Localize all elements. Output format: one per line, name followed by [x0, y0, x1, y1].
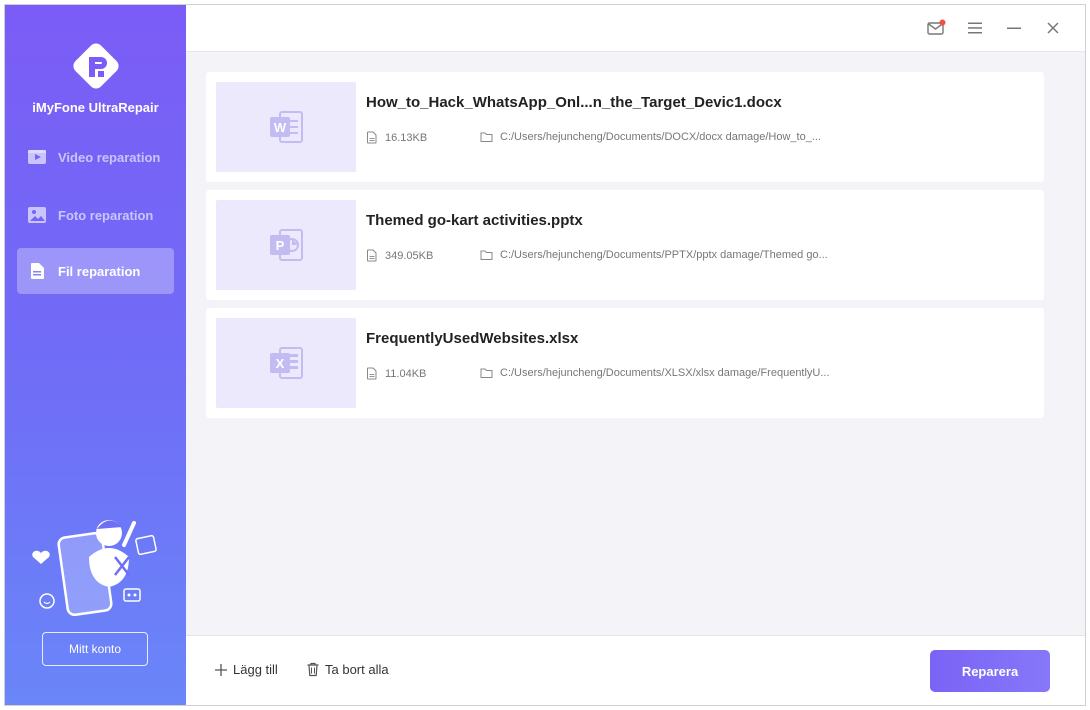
footer-toolbar: Lägg till Ta bort alla Reparera — [186, 635, 1085, 705]
app-window: iMyFone UltraRepair Video reparation Fot… — [4, 4, 1086, 706]
file-card[interactable]: X FrequentlyUsedWebsites.xlsx 11.04KB C:… — [206, 308, 1044, 418]
file-path-text: C:/Users/hejuncheng/Documents/XLSX/xlsx … — [500, 367, 830, 379]
svg-text:W: W — [274, 120, 287, 135]
close-icon[interactable] — [1042, 17, 1064, 39]
powerpoint-icon: P — [216, 200, 356, 290]
sidebar-item-photo-repair[interactable]: Foto reparation — [17, 192, 174, 238]
add-file-button[interactable]: Lägg till — [214, 662, 278, 677]
file-path-text: C:/Users/hejuncheng/Documents/PPTX/pptx … — [500, 249, 828, 261]
folder-icon — [480, 368, 493, 378]
mail-icon[interactable] — [925, 17, 947, 39]
svg-text:P: P — [276, 238, 285, 253]
add-file-label: Lägg till — [233, 662, 278, 677]
file-size: 349.05KB — [366, 249, 433, 262]
folder-icon — [480, 250, 493, 260]
sidebar: iMyFone UltraRepair Video reparation Fot… — [5, 5, 186, 705]
repair-button[interactable]: Reparera — [930, 650, 1050, 692]
file-path: C:/Users/hejuncheng/Documents/DOCX/docx … — [480, 131, 821, 143]
title-bar — [186, 5, 1085, 52]
document-icon — [367, 131, 377, 144]
app-logo-icon — [65, 35, 127, 97]
my-account-button[interactable]: Mitt konto — [42, 632, 148, 666]
delete-all-label: Ta bort alla — [325, 662, 389, 677]
sidebar-item-file-repair[interactable]: Fil reparation — [17, 248, 174, 294]
trash-icon — [307, 662, 319, 677]
sidebar-item-label: Foto reparation — [58, 207, 154, 223]
file-path-text: C:/Users/hejuncheng/Documents/DOCX/docx … — [500, 131, 821, 143]
photo-icon — [27, 205, 47, 225]
file-size: 11.04KB — [366, 367, 426, 380]
plus-icon — [215, 663, 227, 676]
svg-text:X: X — [276, 356, 285, 371]
file-size: 16.13KB — [366, 131, 427, 144]
file-icon — [27, 261, 47, 281]
delete-all-button[interactable]: Ta bort alla — [306, 662, 389, 677]
file-path: C:/Users/hejuncheng/Documents/XLSX/xlsx … — [480, 367, 830, 379]
video-icon — [27, 147, 47, 167]
file-size-text: 16.13KB — [385, 131, 428, 144]
word-icon: W — [216, 82, 356, 172]
file-path: C:/Users/hejuncheng/Documents/PPTX/pptx … — [480, 249, 828, 261]
file-size-text: 11.04KB — [385, 367, 427, 380]
file-list: W How_to_Hack_WhatsApp_Onl...n_the_Targe… — [186, 52, 1085, 635]
document-icon — [367, 249, 377, 262]
excel-icon: X — [216, 318, 356, 408]
file-size-text: 349.05KB — [385, 249, 434, 262]
file-name: Themed go-kart activities.pptx — [366, 212, 583, 229]
document-icon — [367, 367, 377, 380]
file-card[interactable]: P Themed go-kart activities.pptx 349.05K… — [206, 190, 1044, 300]
app-name: iMyFone UltraRepair — [32, 100, 159, 115]
folder-icon — [480, 132, 493, 142]
sidebar-item-label: Fil reparation — [58, 263, 141, 279]
minimize-icon[interactable] — [1003, 17, 1025, 39]
menu-icon[interactable] — [964, 17, 986, 39]
sidebar-item-video-repair[interactable]: Video reparation — [17, 134, 174, 180]
repair-illustration — [29, 513, 161, 617]
file-card[interactable]: W How_to_Hack_WhatsApp_Onl...n_the_Targe… — [206, 72, 1044, 182]
file-name: How_to_Hack_WhatsApp_Onl...n_the_Target_… — [366, 94, 782, 111]
sidebar-item-label: Video reparation — [58, 149, 161, 165]
file-name: FrequentlyUsedWebsites.xlsx — [366, 330, 579, 347]
